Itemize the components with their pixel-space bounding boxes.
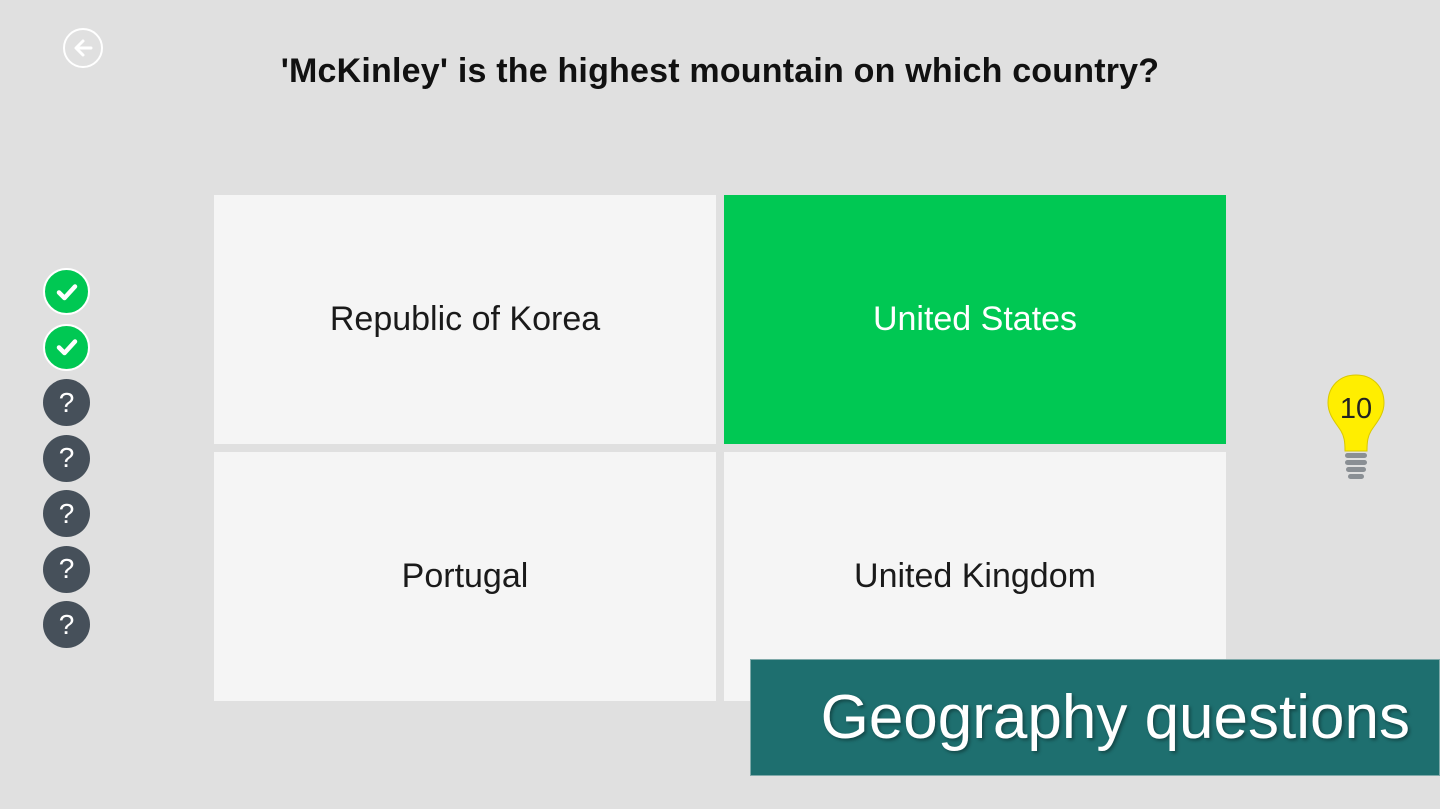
progress-item-4: ? [43, 434, 90, 482]
progress-item-1 [43, 268, 90, 315]
banner-text: Geography questions [820, 683, 1410, 752]
answer-label: United States [872, 300, 1078, 338]
question-mark: ? [58, 386, 75, 418]
question-mark: ? [58, 497, 75, 529]
progress-list: ? ? ? ? ? [43, 268, 91, 657]
check-icon [56, 339, 77, 356]
progress-item-3: ? [43, 379, 90, 426]
answer-label: Portugal [401, 557, 529, 595]
progress-item-7: ? [43, 601, 90, 648]
answer-option-1[interactable]: Republic of Korea [214, 195, 716, 444]
progress-item-6: ? [43, 545, 90, 593]
answer-option-3[interactable]: Portugal [214, 452, 716, 701]
hint-count: 10 [1339, 393, 1373, 425]
category-banner: Geography questions [750, 659, 1440, 776]
question-mark: ? [58, 608, 75, 640]
question-mark: ? [58, 442, 75, 473]
hint-button[interactable]: 10 [1325, 373, 1387, 483]
answer-label: United Kingdom [854, 557, 1096, 595]
question-text: 'McKinley' is the highest mountain on wh… [280, 52, 1160, 90]
question-mark: ? [58, 553, 75, 584]
progress-item-5: ? [43, 490, 90, 537]
answer-label: Republic of Korea [329, 300, 601, 338]
lightbulb-icon [1327, 374, 1385, 479]
answer-grid: Republic of Korea United States Portugal… [214, 195, 1226, 701]
check-icon [56, 283, 77, 300]
answer-option-2[interactable]: United States [724, 195, 1226, 444]
progress-item-2 [43, 323, 90, 371]
